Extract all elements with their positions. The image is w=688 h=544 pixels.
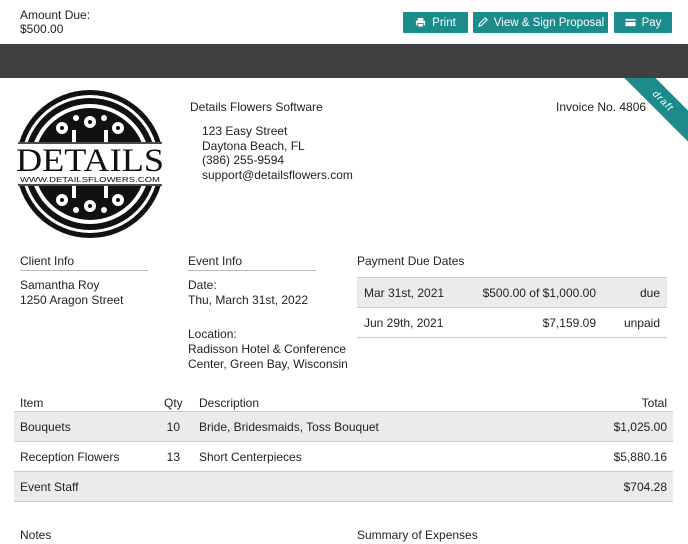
col-qty-header: Qty (164, 396, 183, 410)
summary-of-expenses-heading: Summary of Expenses (357, 528, 667, 544)
table-row: Bouquets 10 Bride, Bridesmaids, Toss Bou… (14, 412, 673, 442)
company-name: Details Flowers Software (190, 100, 323, 114)
client-street: 1250 Aragon Street (20, 293, 124, 307)
event-location-line1: Radisson Hotel & Conference (188, 342, 347, 356)
payment-amount: $7,159.09 (542, 316, 596, 330)
logo-url-text: WWW.DETAILSFLOWERS.COM (20, 177, 160, 184)
col-item-header: Item (20, 396, 44, 410)
logo-text: DETAILS (16, 143, 164, 179)
payment-status: due (639, 286, 660, 300)
col-total-header: Total (641, 396, 667, 410)
view-sign-proposal-button[interactable]: View & Sign Proposal (473, 12, 608, 33)
address-email: support@detailsflowers.com (202, 167, 353, 182)
item-description: Short Centerpieces (199, 450, 302, 464)
item-total: $5,880.16 (613, 450, 667, 464)
client-info: Samantha Roy 1250 Aragon Street (20, 278, 123, 308)
event-date-label: Date: (188, 278, 217, 292)
client-info-heading: Client Info (20, 254, 148, 271)
item-total: $1,025.00 (613, 420, 667, 434)
notes-heading: Notes (20, 528, 340, 544)
details-logo: DETAILS WWW.DETAILSFLOWERS.COM (14, 90, 166, 238)
print-label: Print (432, 16, 456, 29)
item-qty: 10 (166, 420, 180, 434)
item-name: Reception Flowers (20, 450, 120, 464)
event-info-heading: Event Info (188, 254, 316, 271)
view-sign-label: View & Sign Proposal (493, 16, 605, 29)
item-qty: 13 (166, 450, 180, 464)
payment-row: Jun 29th, 2021 $7,159.09 unpaid (357, 308, 667, 338)
client-name: Samantha Roy (20, 278, 100, 292)
address-street: 123 Easy Street (202, 124, 288, 138)
event-location-label: Location: (188, 327, 237, 341)
payment-date: Jun 29th, 2021 (364, 316, 444, 330)
top-bar: Amount Due: $500.00 Print View & Sign Pr… (0, 0, 688, 44)
invoice-number: Invoice No. 4806 (556, 100, 647, 114)
pay-button[interactable]: Pay (614, 12, 672, 33)
pay-label: Pay (641, 16, 662, 29)
amount-due-value: $500.00 (20, 22, 64, 36)
payment-amount: $500.00 of $1,000.00 (482, 286, 596, 300)
event-info: Date: Thu, March 31st, 2022 Location: Ra… (188, 278, 348, 372)
table-row: Event Staff $704.28 (14, 472, 673, 502)
items-table: Item Qty Description Total Bouquets 10 B… (14, 394, 673, 502)
invoice-paper: draft DETAILS WWW.DETAILSFLOWERS.COM Det… (0, 78, 688, 544)
address-phone: (386) 255-9594 (202, 153, 285, 167)
amount-due-label: Amount Due: (20, 8, 91, 22)
item-total: $704.28 (623, 480, 667, 494)
payment-date: Mar 31st, 2021 (364, 286, 445, 300)
payment-due-heading: Payment Due Dates (357, 254, 465, 268)
table-row: Reception Flowers 13 Short Centerpieces … (14, 442, 673, 472)
event-date-value: Thu, March 31st, 2022 (188, 293, 309, 307)
amount-due: Amount Due: $500.00 (20, 8, 90, 36)
item-description: Bride, Bridesmaids, Toss Bouquet (199, 420, 379, 434)
printer-icon (416, 17, 426, 28)
credit-card-icon (625, 18, 636, 27)
company-address: 123 Easy Street Daytona Beach, FL (386) … (202, 124, 353, 182)
address-city: Daytona Beach, FL (202, 138, 305, 153)
payment-due-table: Mar 31st, 2021 $500.00 of $1,000.00 due … (357, 277, 667, 338)
event-location-line2: Center, Green Bay, Wisconsin (188, 357, 348, 371)
col-description-header: Description (199, 396, 260, 410)
payment-row: Mar 31st, 2021 $500.00 of $1,000.00 due (357, 278, 667, 308)
print-button[interactable]: Print (403, 12, 468, 33)
payment-status: unpaid (623, 316, 660, 330)
dark-band (0, 44, 688, 78)
pen-icon (477, 17, 488, 28)
item-name: Event Staff (20, 480, 79, 494)
items-header-row: Item Qty Description Total (14, 394, 673, 412)
item-name: Bouquets (20, 420, 71, 434)
